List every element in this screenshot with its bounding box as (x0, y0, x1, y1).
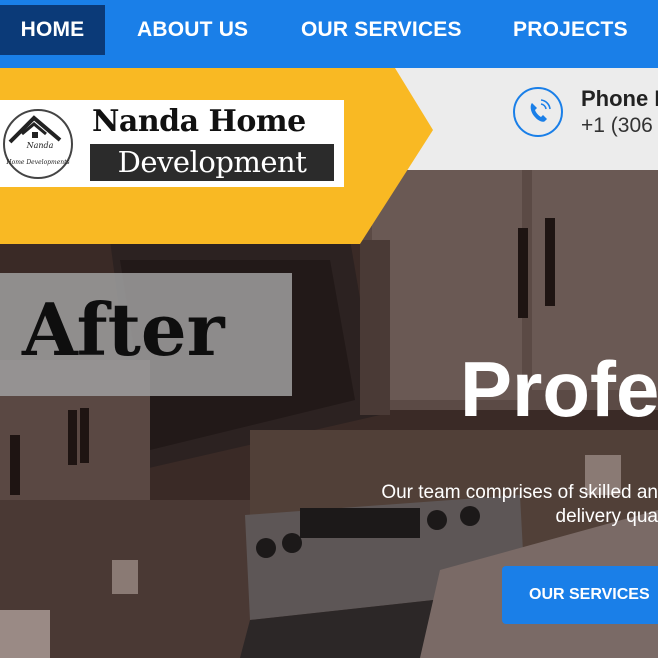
house-roof-logo-icon: Nanda Home Developments (3, 109, 73, 179)
hero-description: Our team comprises of skilled an deliver… (318, 481, 658, 529)
hero-title: Profe (460, 345, 658, 433)
phone-label: Phone N (581, 86, 658, 111)
after-badge-label: After (22, 287, 225, 372)
logo-title-line1: Nanda Home (92, 104, 306, 139)
top-navigation: HOME ABOUT US OUR SERVICES PROJECTS (0, 0, 658, 68)
site-logo[interactable]: Nanda Home Developments Nanda Home Devel… (0, 100, 344, 187)
logo-mark-text-bottom: Home Developments (5, 159, 69, 166)
logo-title-line2: Development (90, 144, 334, 181)
phone-icon (530, 99, 551, 122)
phone-number[interactable]: +1 (306 (581, 114, 653, 138)
nav-item-about-us[interactable]: ABOUT US (137, 5, 248, 55)
nav-item-home[interactable]: HOME (0, 5, 105, 55)
hero-description-line1: Our team comprises of skilled an (381, 482, 658, 503)
hero-description-line2: delivery qua (555, 506, 658, 527)
nav-item-our-services[interactable]: OUR SERVICES (301, 5, 462, 55)
logo-mark-text-top: Nanda (26, 141, 54, 150)
our-services-button[interactable]: OUR SERVICES (502, 566, 658, 624)
nav-item-projects[interactable]: PROJECTS (513, 5, 628, 55)
phone-icon-circle[interactable] (513, 87, 563, 137)
